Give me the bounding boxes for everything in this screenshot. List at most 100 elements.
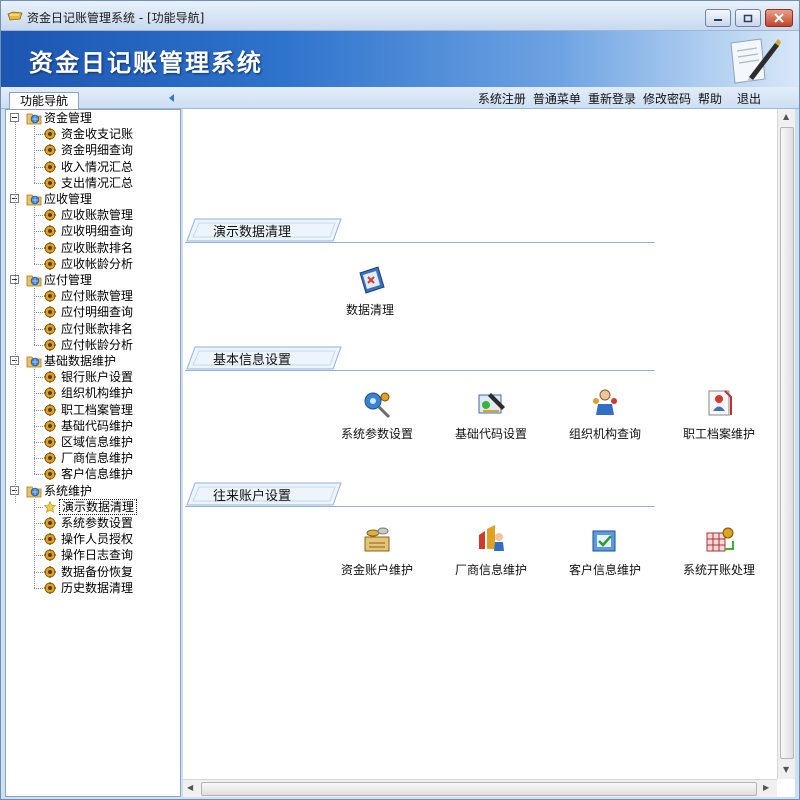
tree-item[interactable]: 基础代码维护 [6,418,180,434]
maximize-button[interactable] [735,9,761,27]
tree-item-label[interactable]: 支出情况汇总 [61,175,133,191]
scroll-right-icon[interactable]: ▶ [763,783,769,792]
nav-tile[interactable]: 基础代码设置 [436,387,546,443]
nav-tile[interactable]: 组织机构查询 [550,387,660,443]
tree-item[interactable]: 应付账款管理 [6,288,180,304]
tree-item[interactable]: 操作人员授权 [6,531,180,547]
tree-item[interactable]: 操作日志查询 [6,547,180,563]
horizontal-scroll-thumb[interactable] [201,782,757,796]
vertical-scrollbar[interactable]: ▲ ▼ [777,109,795,779]
tree-item[interactable]: 系统参数设置 [6,515,180,531]
tree-item[interactable]: 应收帐龄分析 [6,256,180,272]
tree-item-label[interactable]: 资金明细查询 [61,142,133,158]
gear-icon [44,176,56,189]
nav-tile[interactable]: 资金账户维护 [322,523,432,579]
tree-item[interactable]: 应收账款管理 [6,207,180,223]
folder-globe-icon [26,113,42,125]
menu-help[interactable]: 帮助 [698,90,722,107]
tree-item-label[interactable]: 历史数据清理 [61,580,133,596]
menu-change-password[interactable]: 修改密码 [643,90,691,107]
tree-item[interactable]: 收入情况汇总 [6,159,180,175]
vertical-scroll-thumb[interactable] [780,127,794,759]
tree-item-label[interactable]: 职工档案管理 [61,402,133,418]
nav-tile[interactable]: 系统参数设置 [322,387,432,443]
tree-item-label[interactable]: 应收帐龄分析 [61,256,133,272]
nav-tile[interactable]: 厂商信息维护 [436,523,546,579]
tree-item-label[interactable]: 操作日志查询 [61,547,133,563]
tree-item-label[interactable]: 组织机构维护 [61,385,133,401]
collapse-toggle-icon[interactable] [10,113,19,122]
tree-item[interactable]: 应付帐龄分析 [6,337,180,353]
tree-item[interactable]: 应收账款排名 [6,240,180,256]
tree-group-label[interactable]: 资金管理 [44,110,92,126]
tree-item[interactable]: 支出情况汇总 [6,175,180,191]
nav-tile[interactable]: 职工档案维护 [664,387,774,443]
tree-item-label[interactable]: 应收账款排名 [61,240,133,256]
tree-group[interactable]: 应收管理 [6,191,180,207]
tree-group[interactable]: 资金管理 [6,110,180,126]
tree-item-label[interactable]: 演示数据清理 [59,498,138,515]
tab-function-nav[interactable]: 功能导航 [9,92,80,109]
tree-connector [34,409,43,411]
tree-item-label[interactable]: 客户信息维护 [61,466,133,482]
tree-group-label[interactable]: 系统维护 [44,483,92,499]
tree-connector [34,393,43,395]
tree-connector [34,296,43,298]
tree-item[interactable]: 区域信息维护 [6,434,180,450]
tree-item[interactable]: 历史数据清理 [6,580,180,596]
nav-tile[interactable]: 数据清理 [315,263,425,319]
tree-item[interactable]: 应收明细查询 [6,223,180,239]
tree-item[interactable]: 厂商信息维护 [6,450,180,466]
menu-normal-menu[interactable]: 普通菜单 [533,90,581,107]
tree-item-label[interactable]: 应付账款排名 [61,321,133,337]
tree-item-label[interactable]: 应付明细查询 [61,304,133,320]
minimize-button[interactable] [705,9,731,27]
tree-item-label[interactable]: 应收账款管理 [61,207,133,223]
close-button[interactable] [765,9,793,27]
tree-group-label[interactable]: 基础数据维护 [44,353,116,369]
tree-item-label[interactable]: 基础代码维护 [61,418,133,434]
menu-relogin[interactable]: 重新登录 [588,90,636,107]
tree-item[interactable]: 资金收支记账 [6,126,180,142]
tree-group-label[interactable]: 应收管理 [44,191,92,207]
tree-item[interactable]: 职工档案管理 [6,402,180,418]
tree-item-label[interactable]: 操作人员授权 [61,531,133,547]
tree-item[interactable]: 资金明细查询 [6,142,180,158]
scroll-up-icon[interactable]: ▲ [783,112,789,121]
collapse-left-icon[interactable] [167,93,175,103]
gear-icon [44,436,56,448]
scroll-down-icon[interactable]: ▼ [783,765,789,774]
tree-group[interactable]: 系统维护 [6,483,180,499]
nav-tile[interactable]: 系统开账处理 [664,523,774,579]
tree-item-label[interactable]: 收入情况汇总 [61,159,133,175]
tree-item[interactable]: 数据备份恢复 [6,564,180,580]
tree-item-label[interactable]: 厂商信息维护 [61,450,133,466]
tree-connector [34,587,43,589]
title-bar[interactable]: 资金日记账管理系统 - [功能导航] [1,1,799,31]
tree-item-label[interactable]: 应付帐龄分析 [61,337,133,353]
gear-icon [44,517,56,529]
scroll-left-icon[interactable]: ◀ [187,783,193,792]
tree-item[interactable]: 客户信息维护 [6,466,180,482]
tree-item[interactable]: 演示数据清理 [6,498,180,515]
menu-system-register[interactable]: 系统注册 [478,90,526,107]
horizontal-scrollbar[interactable]: ◀ ▶ [183,779,777,797]
tree-item-label[interactable]: 资金收支记账 [61,126,133,142]
tree-item[interactable]: 应付账款排名 [6,321,180,337]
tree-item-label[interactable]: 数据备份恢复 [61,564,133,580]
toolbar: 功能导航 系统注册 普通菜单 重新登录 修改密码 帮助 退出 [1,87,799,109]
menu-exit[interactable]: 退出 [737,90,761,107]
tree-item-label[interactable]: 区域信息维护 [61,434,133,450]
nav-tile-label: 职工档案维护 [682,427,755,441]
tree-group[interactable]: 应付管理 [6,272,180,288]
tree-item-label[interactable]: 应付账款管理 [61,288,133,304]
tree-item[interactable]: 银行账户设置 [6,369,180,385]
tree-item[interactable]: 应付明细查询 [6,304,180,320]
tree-item[interactable]: 组织机构维护 [6,385,180,401]
tree-item-label[interactable]: 应收明细查询 [61,223,133,239]
tree-item-label[interactable]: 系统参数设置 [61,515,133,531]
nav-tile[interactable]: 客户信息维护 [550,523,660,579]
tree-group-label[interactable]: 应付管理 [44,272,92,288]
tree-group[interactable]: 基础数据维护 [6,353,180,369]
tree-item-label[interactable]: 银行账户设置 [61,369,133,385]
